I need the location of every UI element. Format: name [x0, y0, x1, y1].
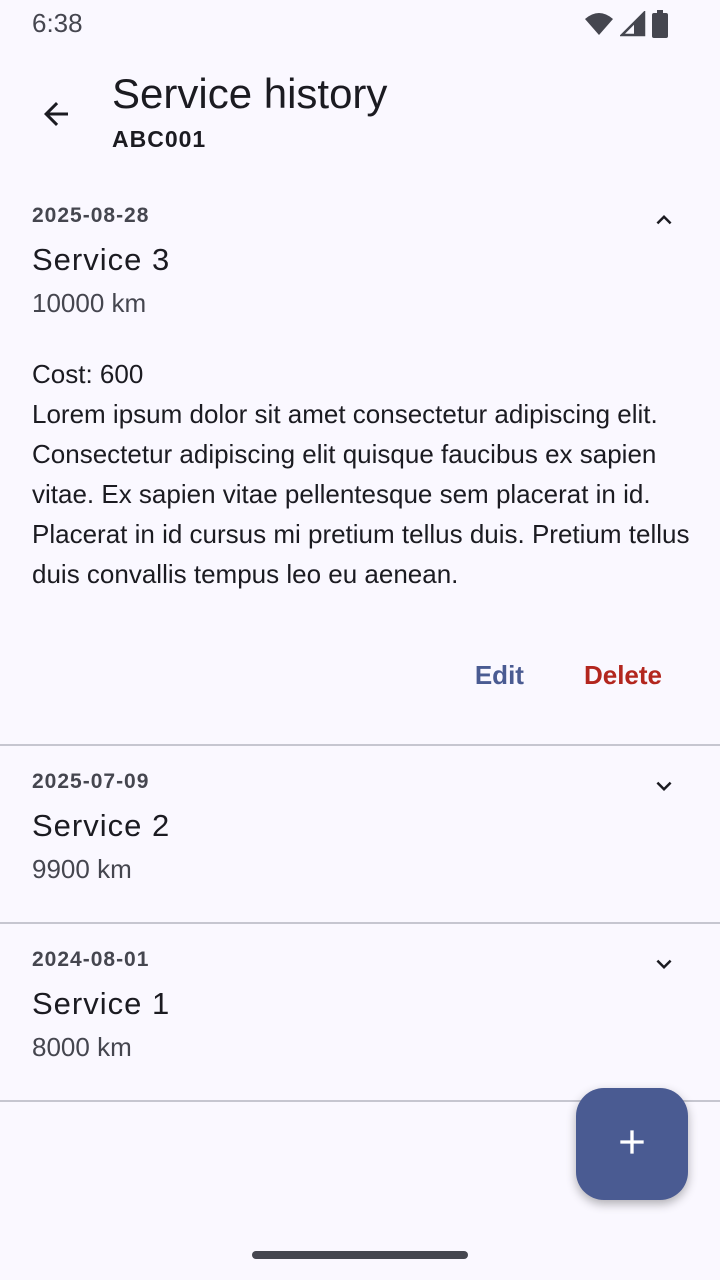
page-title: Service history: [112, 70, 388, 117]
chevron-down-icon: [649, 949, 679, 984]
service-odometer: 8000 km: [32, 1032, 132, 1062]
cellular-signal-icon: [620, 11, 646, 37]
service-name: Service 1: [32, 986, 171, 1021]
chevron-down-icon: [649, 771, 679, 806]
service-name: Service 2: [32, 808, 171, 843]
service-item[interactable]: 2024-08-01 Service 1 8000 km: [0, 924, 720, 1102]
service-name: Service 3: [32, 242, 171, 277]
top-app-bar: Service history ABC001: [0, 64, 720, 164]
service-details: Cost: 600 Lorem ipsum dolor sit amet con…: [32, 354, 689, 594]
status-time: 6:38: [32, 8, 83, 38]
vehicle-id: ABC001: [112, 126, 207, 152]
wifi-icon: [584, 11, 614, 37]
service-list: 2025-08-28 Service 3 10000 km Cost: 600 …: [0, 180, 720, 1102]
service-item[interactable]: 2025-08-28 Service 3 10000 km Cost: 600 …: [0, 180, 720, 746]
service-item[interactable]: 2025-07-09 Service 2 9900 km: [0, 746, 720, 924]
service-cost: Cost: 600: [32, 359, 144, 389]
battery-icon: [652, 10, 668, 38]
chevron-up-icon: [649, 205, 679, 240]
back-button[interactable]: [28, 88, 84, 144]
add-icon: [612, 1122, 652, 1167]
expand-button[interactable]: [644, 768, 684, 808]
collapse-button[interactable]: [644, 202, 684, 242]
status-icons: [584, 10, 668, 38]
delete-button[interactable]: Delete: [584, 660, 662, 691]
expand-button[interactable]: [644, 946, 684, 986]
service-odometer: 9900 km: [32, 854, 132, 884]
service-date: 2025-08-28: [32, 204, 150, 227]
status-bar: 6:38: [0, 0, 720, 48]
edit-button[interactable]: Edit: [475, 660, 524, 691]
service-actions: Edit Delete: [475, 660, 662, 691]
service-date: 2025-07-09: [32, 770, 150, 793]
service-description: Lorem ipsum dolor sit amet consectetur a…: [32, 399, 690, 589]
arrow-back-icon: [38, 96, 74, 137]
service-date: 2024-08-01: [32, 948, 150, 971]
gesture-nav-handle[interactable]: [252, 1251, 468, 1259]
service-odometer: 10000 km: [32, 288, 147, 318]
add-service-button[interactable]: [576, 1088, 688, 1200]
